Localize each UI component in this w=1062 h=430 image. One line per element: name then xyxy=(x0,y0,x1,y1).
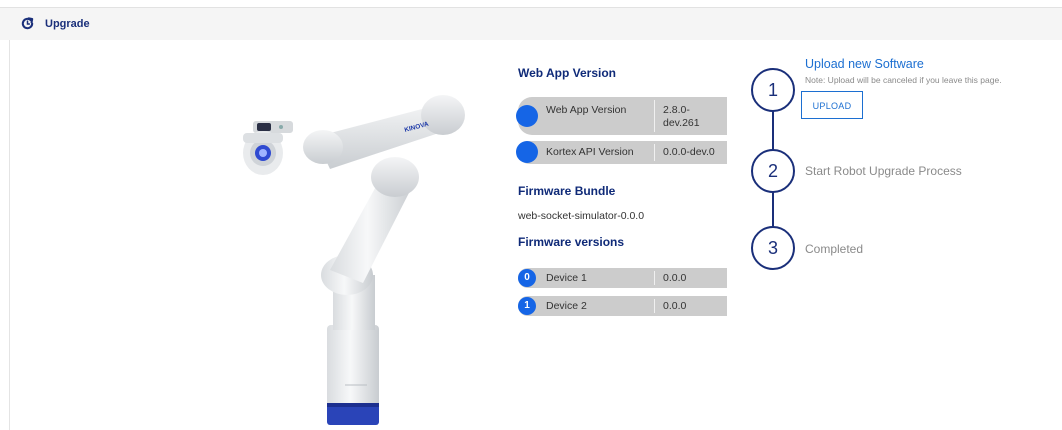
firmware-bundle-value: web-socket-simulator-0.0.0 xyxy=(518,210,645,222)
refresh-icon[interactable] xyxy=(20,16,35,31)
device-row: 0 Device 1 0.0.0 xyxy=(518,268,727,288)
step-3-circle: 3 xyxy=(751,226,795,270)
step-1-note: Note: Upload will be canceled if you lea… xyxy=(805,75,1002,85)
device-version: 0.0.0 xyxy=(663,272,687,284)
status-dot xyxy=(516,105,538,127)
row-divider xyxy=(654,100,655,132)
step-2-title: Start Robot Upgrade Process xyxy=(805,164,962,178)
kortex-api-version-row: Kortex API Version 0.0.0-dev.0 xyxy=(516,141,727,164)
row-divider xyxy=(654,144,655,161)
firmware-versions-heading: Firmware versions xyxy=(518,235,625,249)
stepper-connector xyxy=(772,110,774,150)
status-dot xyxy=(516,141,538,163)
device-index-badge: 1 xyxy=(518,297,536,315)
step-3-title: Completed xyxy=(805,242,864,256)
step-1-circle: 1 xyxy=(751,68,795,112)
device-name: Device 1 xyxy=(546,272,587,284)
step-1-title: Upload new Software xyxy=(805,57,924,71)
web-app-version-row: Web App Version 2.8.0- dev.261 xyxy=(516,97,727,135)
row-value: 2.8.0- dev.261 xyxy=(663,104,723,130)
row-value: 0.0.0-dev.0 xyxy=(663,146,715,158)
device-index-badge: 0 xyxy=(518,269,536,287)
device-name: Device 2 xyxy=(546,300,587,312)
row-divider xyxy=(654,299,655,313)
row-label: Web App Version xyxy=(546,104,627,116)
step-2-circle: 2 xyxy=(751,149,795,193)
row-value-line1: 2.8.0- xyxy=(663,104,690,116)
row-label: Kortex API Version xyxy=(546,146,634,158)
firmware-bundle-heading: Firmware Bundle xyxy=(518,184,616,198)
row-value-line2: dev.261 xyxy=(663,117,700,129)
robot-arm-image: KINOVA xyxy=(243,95,465,425)
upload-button[interactable]: UPLOAD xyxy=(801,91,863,119)
page-title: Upgrade xyxy=(45,18,90,30)
device-version: 0.0.0 xyxy=(663,300,687,312)
header-bar: Upgrade xyxy=(0,7,1062,40)
stepper-connector xyxy=(772,190,774,228)
left-divider xyxy=(9,40,10,430)
web-app-version-heading: Web App Version xyxy=(518,66,617,80)
device-row: 1 Device 2 0.0.0 xyxy=(518,296,727,316)
row-divider xyxy=(654,271,655,285)
